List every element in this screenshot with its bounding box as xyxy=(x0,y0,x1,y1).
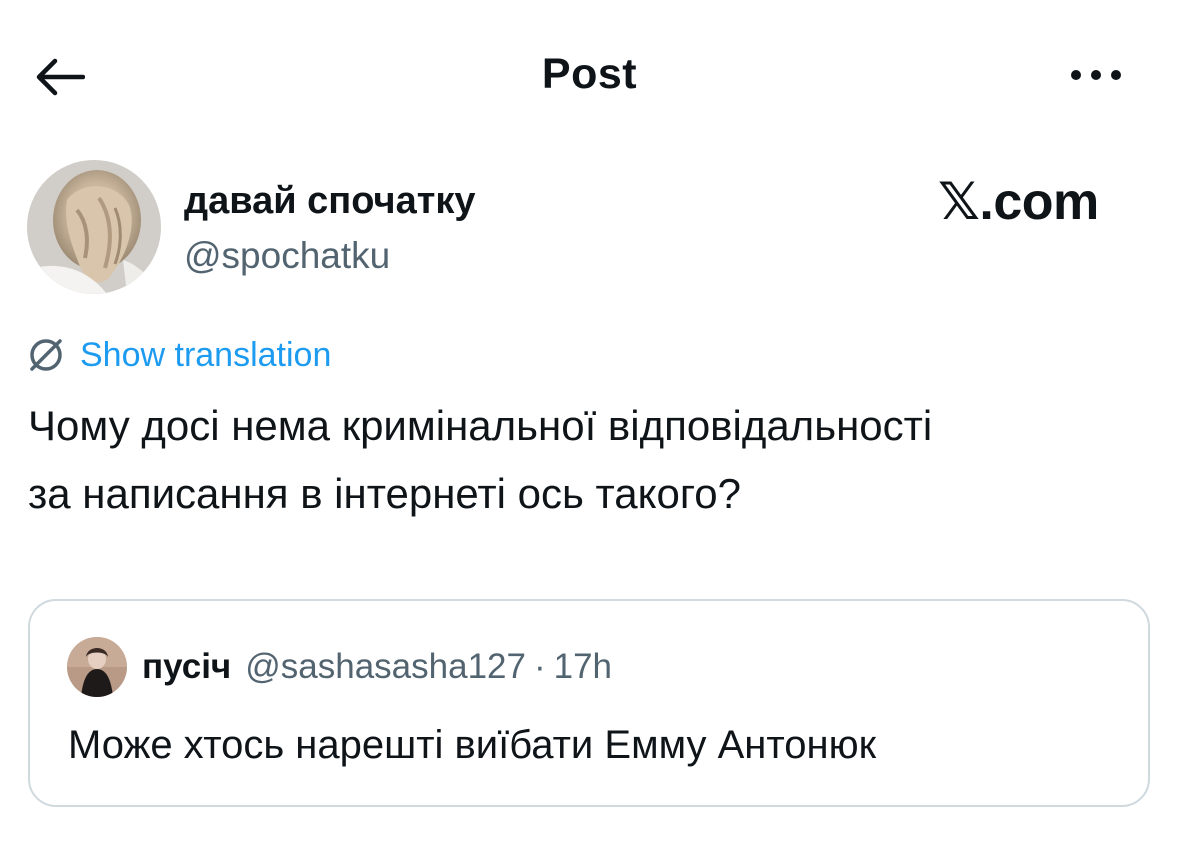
more-dot xyxy=(1111,70,1121,80)
author-avatar[interactable] xyxy=(27,160,161,294)
show-translation-link[interactable]: Show translation xyxy=(26,330,331,380)
meta-separator: · xyxy=(533,647,546,686)
tweet-text-line: Чому досі нема кримінальної відповідальн… xyxy=(28,402,933,449)
watermark-text: 𝕏.com xyxy=(938,173,1099,231)
more-dot xyxy=(1091,70,1101,80)
show-translation-label: Show translation xyxy=(80,336,332,374)
translate-globe-icon xyxy=(30,339,62,371)
quoted-tweet-meta: пусіч @sashasasha127 · 17h xyxy=(142,641,612,693)
author-handle[interactable]: @spochatku xyxy=(184,234,390,278)
x-com-watermark: 𝕏.com xyxy=(938,172,1128,232)
more-options-button[interactable] xyxy=(1058,52,1134,98)
tweet-text: Чому досі нема кримінальної відповідальн… xyxy=(28,392,1158,528)
quoted-author-handle[interactable]: @sashasasha127 xyxy=(245,647,526,687)
quoted-tweet-card[interactable]: пусіч @sashasasha127 · 17h Може хтось на… xyxy=(28,599,1150,807)
quoted-author-display-name[interactable]: пусіч xyxy=(142,647,231,687)
top-bar: Post xyxy=(0,0,1179,150)
more-horizontal-icon xyxy=(1071,70,1081,80)
page-title: Post xyxy=(541,50,638,98)
avatar-image xyxy=(67,637,127,697)
tweet-text-line: за написання в інтернеті ось такого? xyxy=(28,470,741,517)
author-display-name[interactable]: давай спочатку xyxy=(184,178,475,224)
quoted-author-avatar[interactable] xyxy=(67,637,127,697)
avatar-image xyxy=(27,160,161,294)
quoted-tweet-text: Може хтось нарешті виїбати Емму Антонюк xyxy=(68,723,877,767)
quoted-tweet-timestamp[interactable]: 17h xyxy=(554,647,612,687)
